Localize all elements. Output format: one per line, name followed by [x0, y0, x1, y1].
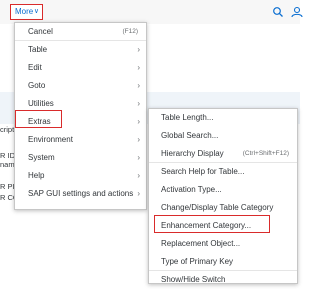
menu-item-system[interactable]: System › — [15, 149, 146, 167]
menu-item-label: Edit — [28, 63, 42, 72]
menu-item-label: Help — [28, 171, 45, 180]
menu-item-label: Change/Display Table Category — [161, 203, 274, 212]
shortcut-label: (Ctrl+Shift+F12) — [242, 150, 289, 157]
bg-row-1: R ID — [0, 151, 15, 160]
menu-item-enhancement-category[interactable]: Enhancement Category... — [149, 217, 297, 235]
menu-item-type-of-primary-key[interactable]: Type of Primary Key — [149, 253, 297, 271]
user-icon[interactable] — [291, 6, 303, 18]
shortcut-label: (F12) — [122, 28, 138, 35]
bg-row-3: R PI — [0, 182, 15, 191]
menu-item-label: SAP GUI settings and actions — [28, 189, 134, 198]
more-menu: Cancel (F12) Table › Edit › Goto › Utili… — [14, 22, 147, 210]
chevron-right-icon: › — [137, 81, 140, 90]
menu-item-label: Utilities — [28, 99, 54, 108]
menu-item-change-display-table-category[interactable]: Change/Display Table Category — [149, 199, 297, 217]
menu-item-label: Type of Primary Key — [161, 257, 234, 266]
chevron-right-icon: › — [137, 171, 140, 180]
bg-column-descript: cript — [0, 125, 15, 134]
menu-item-label: Replacement Object... — [161, 239, 241, 248]
extras-submenu: Table Length... Global Search... Hierarc… — [148, 108, 298, 284]
menu-item-label: Activation Type... — [161, 185, 222, 194]
menu-item-label: Extras — [28, 117, 51, 126]
bg-row-2: nam — [0, 160, 15, 169]
menu-item-label: Environment — [28, 135, 73, 144]
chevron-right-icon: › — [137, 117, 140, 126]
menu-item-environment[interactable]: Environment › — [15, 131, 146, 149]
menu-item-label: Show/Hide Switch — [161, 275, 226, 284]
menu-item-label: Hierarchy Display — [161, 149, 224, 158]
menu-item-extras[interactable]: Extras › — [15, 113, 146, 131]
menu-item-label: Goto — [28, 81, 46, 90]
menu-item-label: Global Search... — [161, 131, 219, 140]
menu-item-global-search[interactable]: Global Search... — [149, 127, 297, 145]
menu-item-label: Cancel — [28, 27, 53, 36]
chevron-right-icon: › — [137, 189, 140, 198]
chevron-right-icon: › — [137, 135, 140, 144]
menu-item-edit[interactable]: Edit › — [15, 59, 146, 77]
menu-item-show-hide-switch[interactable]: Show/Hide Switch — [149, 271, 297, 289]
menu-item-label: Table — [28, 45, 48, 54]
menu-item-label: System — [28, 153, 55, 162]
chevron-right-icon: › — [137, 153, 140, 162]
menu-item-help[interactable]: Help › — [15, 167, 146, 185]
menu-item-sap-gui-settings[interactable]: SAP GUI settings and actions › — [15, 185, 146, 203]
chevron-right-icon: › — [137, 63, 140, 72]
menu-item-replacement-object[interactable]: Replacement Object... — [149, 235, 297, 253]
menu-item-table[interactable]: Table › — [15, 41, 146, 59]
menu-item-search-help-table[interactable]: Search Help for Table... — [149, 163, 297, 181]
more-button[interactable]: More ∨ — [10, 4, 43, 20]
more-button-label: More — [15, 7, 34, 16]
chevron-down-icon: ∨ — [33, 8, 39, 15]
menu-item-utilities[interactable]: Utilities › — [15, 95, 146, 113]
menu-item-label: Enhancement Category... — [161, 221, 252, 230]
menu-item-cancel[interactable]: Cancel (F12) — [15, 23, 146, 41]
menu-item-label: Search Help for Table... — [161, 167, 245, 176]
menu-item-goto[interactable]: Goto › — [15, 77, 146, 95]
menu-item-hierarchy-display[interactable]: Hierarchy Display (Ctrl+Shift+F12) — [149, 145, 297, 163]
chevron-right-icon: › — [137, 45, 140, 54]
menu-item-table-length[interactable]: Table Length... — [149, 109, 297, 127]
menu-item-activation-type[interactable]: Activation Type... — [149, 181, 297, 199]
toolbar: More ∨ — [0, 0, 303, 24]
chevron-right-icon: › — [137, 99, 140, 108]
menu-item-label: Table Length... — [161, 113, 214, 122]
search-icon[interactable] — [272, 6, 284, 18]
